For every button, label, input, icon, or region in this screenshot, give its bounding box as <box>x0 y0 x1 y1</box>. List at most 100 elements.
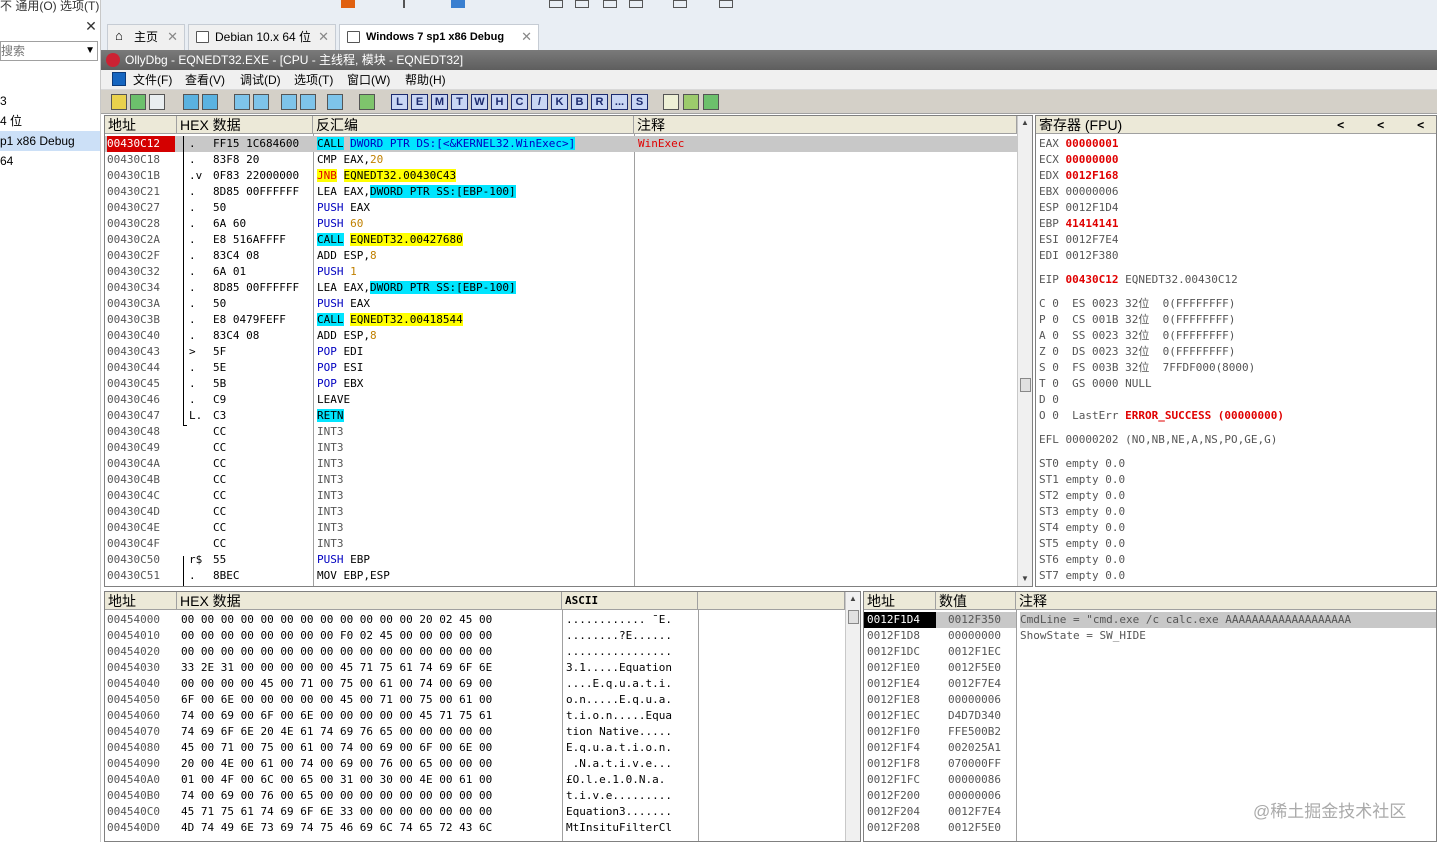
fpu-row[interactable]: ST4 empty 0.0 <box>1039 520 1435 536</box>
column-header-hex[interactable]: HEX 数据 <box>177 116 313 134</box>
column-header-hex[interactable]: HEX 数据 <box>177 592 562 610</box>
dump-row[interactable]: 00454030 33 2E 31 00 00 00 00 00 45 71 75… <box>105 660 845 676</box>
column-header-comment[interactable]: 注释 <box>634 116 1017 134</box>
goto-icon[interactable] <box>359 94 375 110</box>
step-over-icon[interactable] <box>253 94 269 110</box>
window-icon[interactable] <box>575 0 589 8</box>
disasm-row[interactable]: 00430C47 L. C3 RETN <box>105 408 1017 424</box>
disasm-row[interactable]: 00430C4C CC INT3 <box>105 488 1017 504</box>
register-value[interactable]: 0012F380 <box>1066 249 1119 262</box>
disasm-row[interactable]: 00430C32. 6A 01 PUSH 1 <box>105 264 1017 280</box>
dump-row[interactable]: 00454050 6F 00 6E 00 00 00 00 00 45 00 71… <box>105 692 845 708</box>
window-icon[interactable] <box>629 0 643 8</box>
restart-icon[interactable] <box>130 94 146 110</box>
column-header-ascii[interactable]: ASCII <box>562 592 698 610</box>
stack-row[interactable]: 0012F1E0 0012F5E0 <box>864 660 1436 676</box>
close-icon[interactable]: ✕ <box>167 25 178 49</box>
dump-row[interactable]: 00454060 74 00 69 00 6F 00 6E 00 00 00 00… <box>105 708 845 724</box>
dump-scrollbar[interactable]: ▲ <box>845 592 860 841</box>
disasm-row[interactable]: 00430C1B .v 0F83 22000000 JNB EQNEDT32.0043… <box>105 168 1017 184</box>
window-icon[interactable] <box>603 0 617 8</box>
scroll-down-icon[interactable]: ▼ <box>1018 572 1032 586</box>
executable-modules-button[interactable]: E <box>411 94 428 110</box>
chevron-left-icon[interactable]: < <box>1417 116 1424 133</box>
flag-row[interactable]: A 0 SS 0023 32位 0(FFFFFFFF) <box>1039 328 1435 344</box>
disasm-row[interactable]: 00430C2F. 83C4 08 ADD ESP,8 <box>105 248 1017 264</box>
disasm-row[interactable]: 00430C49 CC INT3 <box>105 440 1017 456</box>
stack-row[interactable]: 0012F1FC 00000086 <box>864 772 1436 788</box>
disasm-row[interactable]: 00430C45. 5B POP EBX <box>105 376 1017 392</box>
memory-map-button[interactable]: M <box>431 94 448 110</box>
dump-row[interactable]: 00454070 74 69 6F 6E 20 4E 61 74 69 76 65… <box>105 724 845 740</box>
register-value[interactable]: 00430C12 <box>1066 273 1119 286</box>
power-icon[interactable] <box>403 0 417 8</box>
menu-options[interactable]: 选项(T) <box>291 70 336 90</box>
disasm-row[interactable]: 00430C3B. E8 0479FEFF CALL EQNEDT32.004185… <box>105 312 1017 328</box>
scroll-thumb[interactable] <box>1020 378 1031 392</box>
help-icon[interactable] <box>703 94 719 110</box>
handles-button[interactable]: H <box>491 94 508 110</box>
disasm-row[interactable]: 00430C3A. 50 PUSH EAX <box>105 296 1017 312</box>
references-button[interactable]: R <box>591 94 608 110</box>
chevron-left-icon[interactable]: < <box>1377 116 1384 133</box>
stack-row[interactable]: 0012F1E4 0012F7E4 <box>864 676 1436 692</box>
register-value[interactable]: 0012F7E4 <box>1066 233 1119 246</box>
flag-row[interactable]: D 0 <box>1039 392 1435 408</box>
menu-window[interactable]: 窗口(W) <box>344 70 393 90</box>
tab-debian[interactable]: Debian 10.x 64 位 ✕ <box>188 24 336 50</box>
disasm-row[interactable]: 00430C18. 83F8 20 CMP EAX,20 <box>105 152 1017 168</box>
column-header-value[interactable]: 数值 <box>936 592 1016 610</box>
registers-header[interactable]: 寄存器 (FPU) < < < <box>1036 116 1436 134</box>
disassembly-scrollbar[interactable]: ▲ ▼ <box>1017 116 1032 586</box>
fpu-row[interactable]: ST7 empty 0.0 <box>1039 568 1435 584</box>
register-value[interactable]: 0012F168 <box>1066 169 1119 182</box>
disasm-row[interactable]: 00430C44. 5E POP ESI <box>105 360 1017 376</box>
fullscreen-icon[interactable] <box>673 0 687 8</box>
disasm-row[interactable]: 00430C34. 8D85 00FFFFFF LEA EAX,DWORD PTR … <box>105 280 1017 296</box>
stack-row[interactable]: 0012F1EC D4D7D340 <box>864 708 1436 724</box>
register-value[interactable]: 0012F1D4 <box>1066 201 1119 214</box>
disasm-row[interactable]: 00430C27. 50 PUSH EAX <box>105 200 1017 216</box>
close-icon[interactable]: ✕ <box>521 25 532 49</box>
breakpoints-button[interactable]: B <box>571 94 588 110</box>
flag-row[interactable]: Z 0 DS 0023 32位 0(FFFFFFFF) <box>1039 344 1435 360</box>
fpu-row[interactable]: ST6 empty 0.0 <box>1039 552 1435 568</box>
call-stack-button[interactable]: K <box>551 94 568 110</box>
disasm-row[interactable]: 00430C28. 6A 60 PUSH 60 <box>105 216 1017 232</box>
disasm-row[interactable]: 00430C43 >5F POP EDI <box>105 344 1017 360</box>
flag-row[interactable]: P 0 CS 001B 32位 0(FFFFFFFF) <box>1039 312 1435 328</box>
stack-row[interactable]: 0012F1F0 FFE500B2 <box>864 724 1436 740</box>
cpu-button[interactable]: C <box>511 94 528 110</box>
tab-windows7[interactable]: Windows 7 sp1 x86 Debug ✕ <box>339 24 539 50</box>
disasm-row[interactable]: 00430C46. C9 LEAVE <box>105 392 1017 408</box>
dump-row[interactable]: 004540D0 4D 74 49 6E 73 69 74 75 46 69 6C… <box>105 820 845 836</box>
disasm-row[interactable]: 00430C51. 8BEC MOV EBP,ESP <box>105 568 1017 584</box>
trace-into-icon[interactable] <box>281 94 297 110</box>
disasm-row[interactable]: 00430C4E CC INT3 <box>105 520 1017 536</box>
pause-icon[interactable] <box>341 0 355 8</box>
library-item[interactable]: 3 <box>0 91 100 111</box>
register-value[interactable]: 00000001 <box>1066 137 1119 150</box>
close-icon[interactable]: ✕ <box>83 18 99 34</box>
window-icon[interactable] <box>549 0 563 8</box>
stack-row[interactable]: 0012F1E8 00000006 <box>864 692 1436 708</box>
dump-row[interactable]: 004540B0 74 00 69 00 76 00 65 00 00 00 00… <box>105 788 845 804</box>
column-header-comment[interactable]: 注释 <box>1016 592 1436 610</box>
column-header-disasm[interactable]: 反汇编 <box>313 116 634 134</box>
options-icon[interactable] <box>683 94 699 110</box>
disasm-row[interactable]: 00430C40. 83C4 08 ADD ESP,8 <box>105 328 1017 344</box>
library-item[interactable]: 64 <box>0 151 100 171</box>
menu-debug[interactable]: 调试(D) <box>237 70 284 90</box>
menu-view[interactable]: 查看(V) <box>182 70 228 90</box>
register-row[interactable]: ESI 0012F7E4 <box>1039 232 1435 248</box>
fpu-row[interactable]: ST5 empty 0.0 <box>1039 536 1435 552</box>
run-trace-button[interactable]: ... <box>611 94 628 110</box>
register-row-eip[interactable]: EIP 00430C12 EQNEDT32.00430C12 <box>1039 272 1435 288</box>
flag-row[interactable]: S 0 FS 003B 32位 7FFDF000(8000) <box>1039 360 1435 376</box>
tab-home[interactable]: ⌂ 主页 ✕ <box>107 24 185 50</box>
stack-row[interactable]: 0012F1F8 070000FF <box>864 756 1436 772</box>
stack-row[interactable]: 0012F1F4 002025A1 <box>864 740 1436 756</box>
log-window-button[interactable]: L <box>391 94 408 110</box>
dump-row[interactable]: 00454090 20 00 4E 00 61 00 74 00 69 00 76… <box>105 756 845 772</box>
disasm-row[interactable]: 00430C48 CC INT3 <box>105 424 1017 440</box>
